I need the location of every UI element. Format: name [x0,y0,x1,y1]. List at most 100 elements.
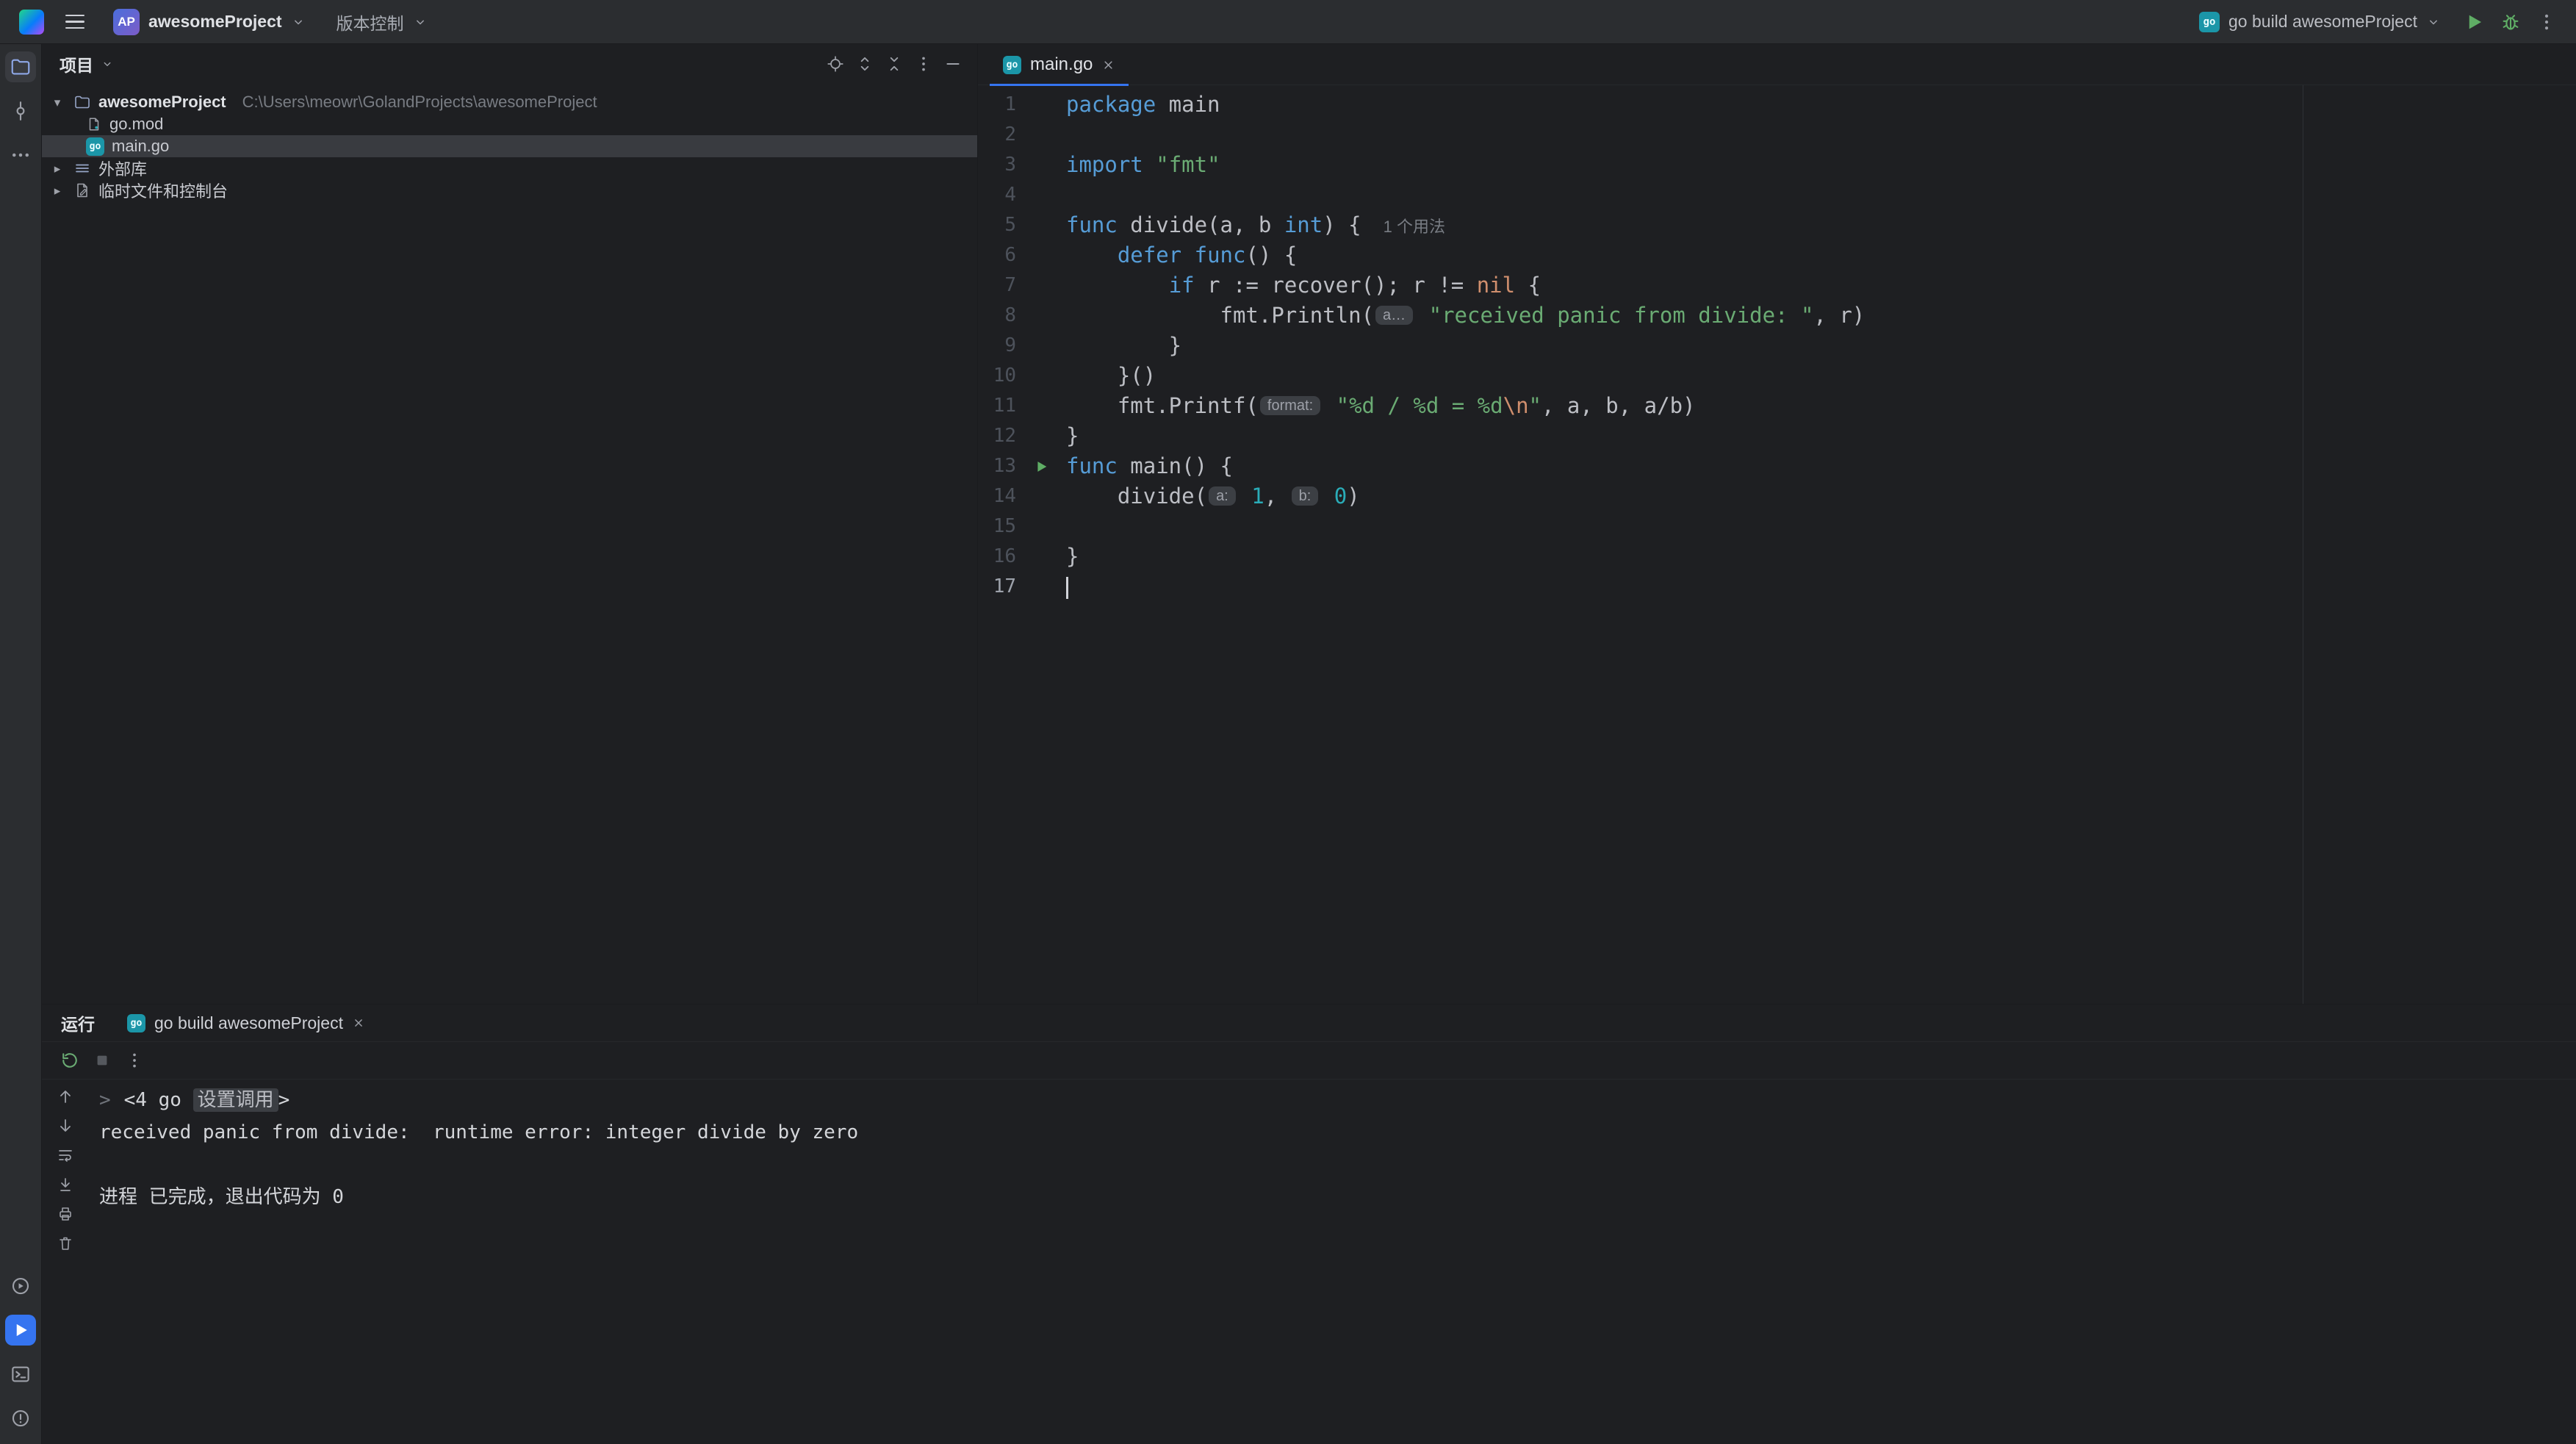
code-line[interactable]: 1package main [978,90,2576,120]
scroll-to-end-button[interactable] [54,1174,76,1196]
vcs-widget[interactable]: 版本控制 [329,5,435,39]
code-token: "received panic from divide: " [1429,303,1814,328]
code-line[interactable]: 12} [978,421,2576,451]
collapse-all-button[interactable] [882,51,907,76]
code-text[interactable]: } [1066,331,1181,361]
go-file-icon: go [1003,56,1021,74]
terminal-tool-window-button[interactable] [5,1359,36,1390]
code-text[interactable]: fmt.Printf(format: "%d / %d = %d\n", a, … [1066,391,1696,421]
main-menu-icon[interactable] [60,15,90,29]
code-line[interactable]: 17 [978,572,2576,602]
jump-to-top-button[interactable] [54,1085,76,1107]
clear-console-button[interactable] [54,1232,76,1254]
console-line[interactable]: received panic from divide: runtime erro… [99,1116,858,1149]
code-line[interactable]: 15 [978,511,2576,542]
code-text[interactable]: divide(a: 1, b: 0) [1066,481,1360,511]
tree-item-label: 临时文件和控制台 [98,179,228,202]
code-line[interactable]: 14 divide(a: 1, b: 0) [978,481,2576,511]
chevron-down-icon[interactable] [101,57,114,71]
run-tool-window-button[interactable] [5,1315,36,1346]
run-tab-go-build[interactable]: go go build awesomeProject [127,1013,365,1033]
code-line[interactable]: 13func main() { [978,451,2576,481]
tree-item-scratches[interactable]: ▸ 临时文件和控制台 [42,179,977,201]
minimize-icon [943,54,963,73]
tree-item-project-root[interactable]: ▾ awesomeProject C:\Users\meowr\GolandPr… [42,91,977,113]
code-text[interactable]: if r := recover(); r != nil { [1066,270,1541,301]
rerun-button[interactable] [57,1047,83,1074]
more-actions-button[interactable] [2536,12,2557,32]
tree-item-external-libraries[interactable]: ▸ 外部库 [42,157,977,179]
more-tool-windows-button[interactable] [5,140,36,170]
code-line[interactable]: 2 [978,120,2576,150]
console-line[interactable]: ><4 go 设置调用> [99,1084,858,1116]
stop-button[interactable] [89,1047,115,1074]
code-text[interactable]: package main [1066,90,1220,120]
code-line[interactable]: 3import "fmt" [978,150,2576,180]
tree-item-main-go[interactable]: go main.go [42,135,977,157]
code-token [1181,243,1194,267]
panel-options-button[interactable] [911,51,936,76]
print-button[interactable] [54,1203,76,1225]
code-line[interactable]: 5func divide(a, b int) {1 个用法 [978,210,2576,240]
inlay-hint-chip: b: [1292,486,1319,506]
console-fold-chip[interactable]: 设置调用 [193,1088,278,1112]
expand-all-button[interactable] [852,51,877,76]
commit-tool-window-button[interactable] [5,96,36,126]
chevron-expanded-icon[interactable]: ▾ [48,96,66,109]
console-lines[interactable]: ><4 go 设置调用>received panic from divide: … [89,1080,858,1444]
console-options-button[interactable] [121,1047,148,1074]
run-button[interactable] [2463,11,2485,33]
jump-to-bottom-button[interactable] [54,1115,76,1137]
services-tool-window-button[interactable] [5,1271,36,1301]
project-widget[interactable]: AP awesomeProject [106,4,313,40]
code-line[interactable]: 10 }() [978,361,2576,391]
soft-wrap-button[interactable] [54,1144,76,1166]
code-text[interactable]: fmt.Println(a… "received panic from divi… [1066,301,1865,331]
code-line[interactable]: 7 if r := recover(); r != nil { [978,270,2576,301]
main-toolbar: AP awesomeProject 版本控制 go go build aweso… [0,0,2576,44]
code-line[interactable]: 11 fmt.Printf(format: "%d / %d = %d\n", … [978,391,2576,421]
code-text[interactable]: } [1066,542,1079,572]
code-line[interactable]: 9 } [978,331,2576,361]
code-text[interactable] [1066,572,1068,602]
code-line[interactable]: 8 fmt.Println(a… "received panic from di… [978,301,2576,331]
code-token: () { [1245,243,1297,267]
code-editor[interactable]: 1package main23import "fmt"45func divide… [978,85,2576,1004]
tree-item-go-mod[interactable]: go.mod [42,113,977,135]
chevron-collapsed-icon[interactable]: ▸ [48,184,66,197]
debug-button[interactable] [2500,11,2522,33]
go-file-icon: go [86,137,104,156]
run-console[interactable]: ><4 go 设置调用>received panic from divide: … [42,1080,2576,1444]
close-icon[interactable] [352,1016,365,1030]
console-line[interactable]: 进程 已完成，退出代码为 0 [99,1181,858,1213]
code-line[interactable]: 4 [978,180,2576,210]
code-token: nil [1477,273,1515,298]
gutter-slot [1016,90,1066,120]
code-text[interactable]: }() [1066,361,1156,391]
code-line[interactable]: 6 defer func() { [978,240,2576,270]
line-number: 6 [978,240,1016,270]
locate-file-button[interactable] [823,51,848,76]
hide-panel-button[interactable] [940,51,965,76]
code-text[interactable]: func divide(a, b int) {1 个用法 [1066,210,1445,240]
code-text[interactable]: import "fmt" [1066,150,1220,180]
go-run-config-icon: go [2199,12,2220,32]
gutter-slot [1016,270,1066,301]
project-tool-window-button[interactable] [5,51,36,82]
code-line[interactable]: 16} [978,542,2576,572]
gutter-slot [1016,361,1066,391]
code-text[interactable]: } [1066,421,1079,451]
file-icon [86,116,102,132]
chevron-collapsed-icon[interactable]: ▸ [48,162,66,175]
editor-tab-main-go[interactable]: go main.go [990,44,1129,85]
code-text[interactable]: defer func() { [1066,240,1297,270]
console-line[interactable] [99,1149,858,1181]
line-number: 12 [978,421,1016,451]
run-configuration-selector[interactable]: go go build awesomeProject [2192,7,2448,37]
play-icon [10,1320,31,1340]
code-text[interactable]: func main() { [1066,451,1233,481]
run-gutter-slot[interactable] [1016,451,1066,481]
chevron-down-icon [2426,15,2441,29]
problems-tool-window-button[interactable] [5,1403,36,1434]
close-icon[interactable] [1101,58,1115,72]
